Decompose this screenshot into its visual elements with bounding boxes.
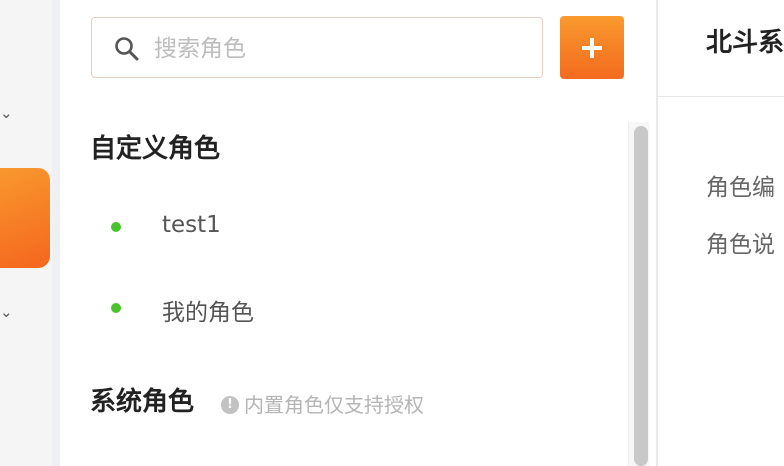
detail-title: 北斗系 (706, 28, 784, 58)
role-item-test1[interactable]: test1 (90, 198, 620, 254)
left-nav: ⌄ ⌄ (0, 0, 52, 466)
info-icon: ! (221, 396, 239, 414)
nav-item-active[interactable] (0, 168, 50, 268)
role-label: 我的角色 (162, 300, 254, 326)
role-detail-panel: 北斗系 角色编 角色说 (658, 0, 784, 466)
scrollbar-thumb[interactable] (634, 126, 648, 466)
search-box[interactable] (91, 17, 543, 79)
panel-gap (52, 0, 60, 466)
status-dot (111, 303, 121, 313)
search-input[interactable] (152, 18, 536, 79)
divider (658, 96, 784, 97)
custom-roles-heading: 自定义角色 (90, 134, 221, 164)
field-label-role-code: 角色编 (706, 175, 775, 201)
system-roles-hint: 内置角色仅支持授权 (244, 393, 424, 417)
chevron-down-icon[interactable]: ⌄ (0, 106, 13, 121)
role-label: test1 (162, 212, 221, 238)
add-role-button[interactable] (560, 16, 624, 79)
system-roles-heading: 系统角色 (90, 387, 195, 417)
status-dot (111, 222, 121, 232)
chevron-down-icon[interactable]: ⌄ (0, 305, 13, 320)
role-item-my-role[interactable]: 我的角色 (90, 279, 620, 335)
search-icon (115, 37, 139, 61)
role-list-panel: 自定义角色 test1 我的角色 系统角色 ! 内置角色仅支持授权 (60, 0, 656, 466)
field-label-role-description: 角色说 (706, 232, 775, 258)
